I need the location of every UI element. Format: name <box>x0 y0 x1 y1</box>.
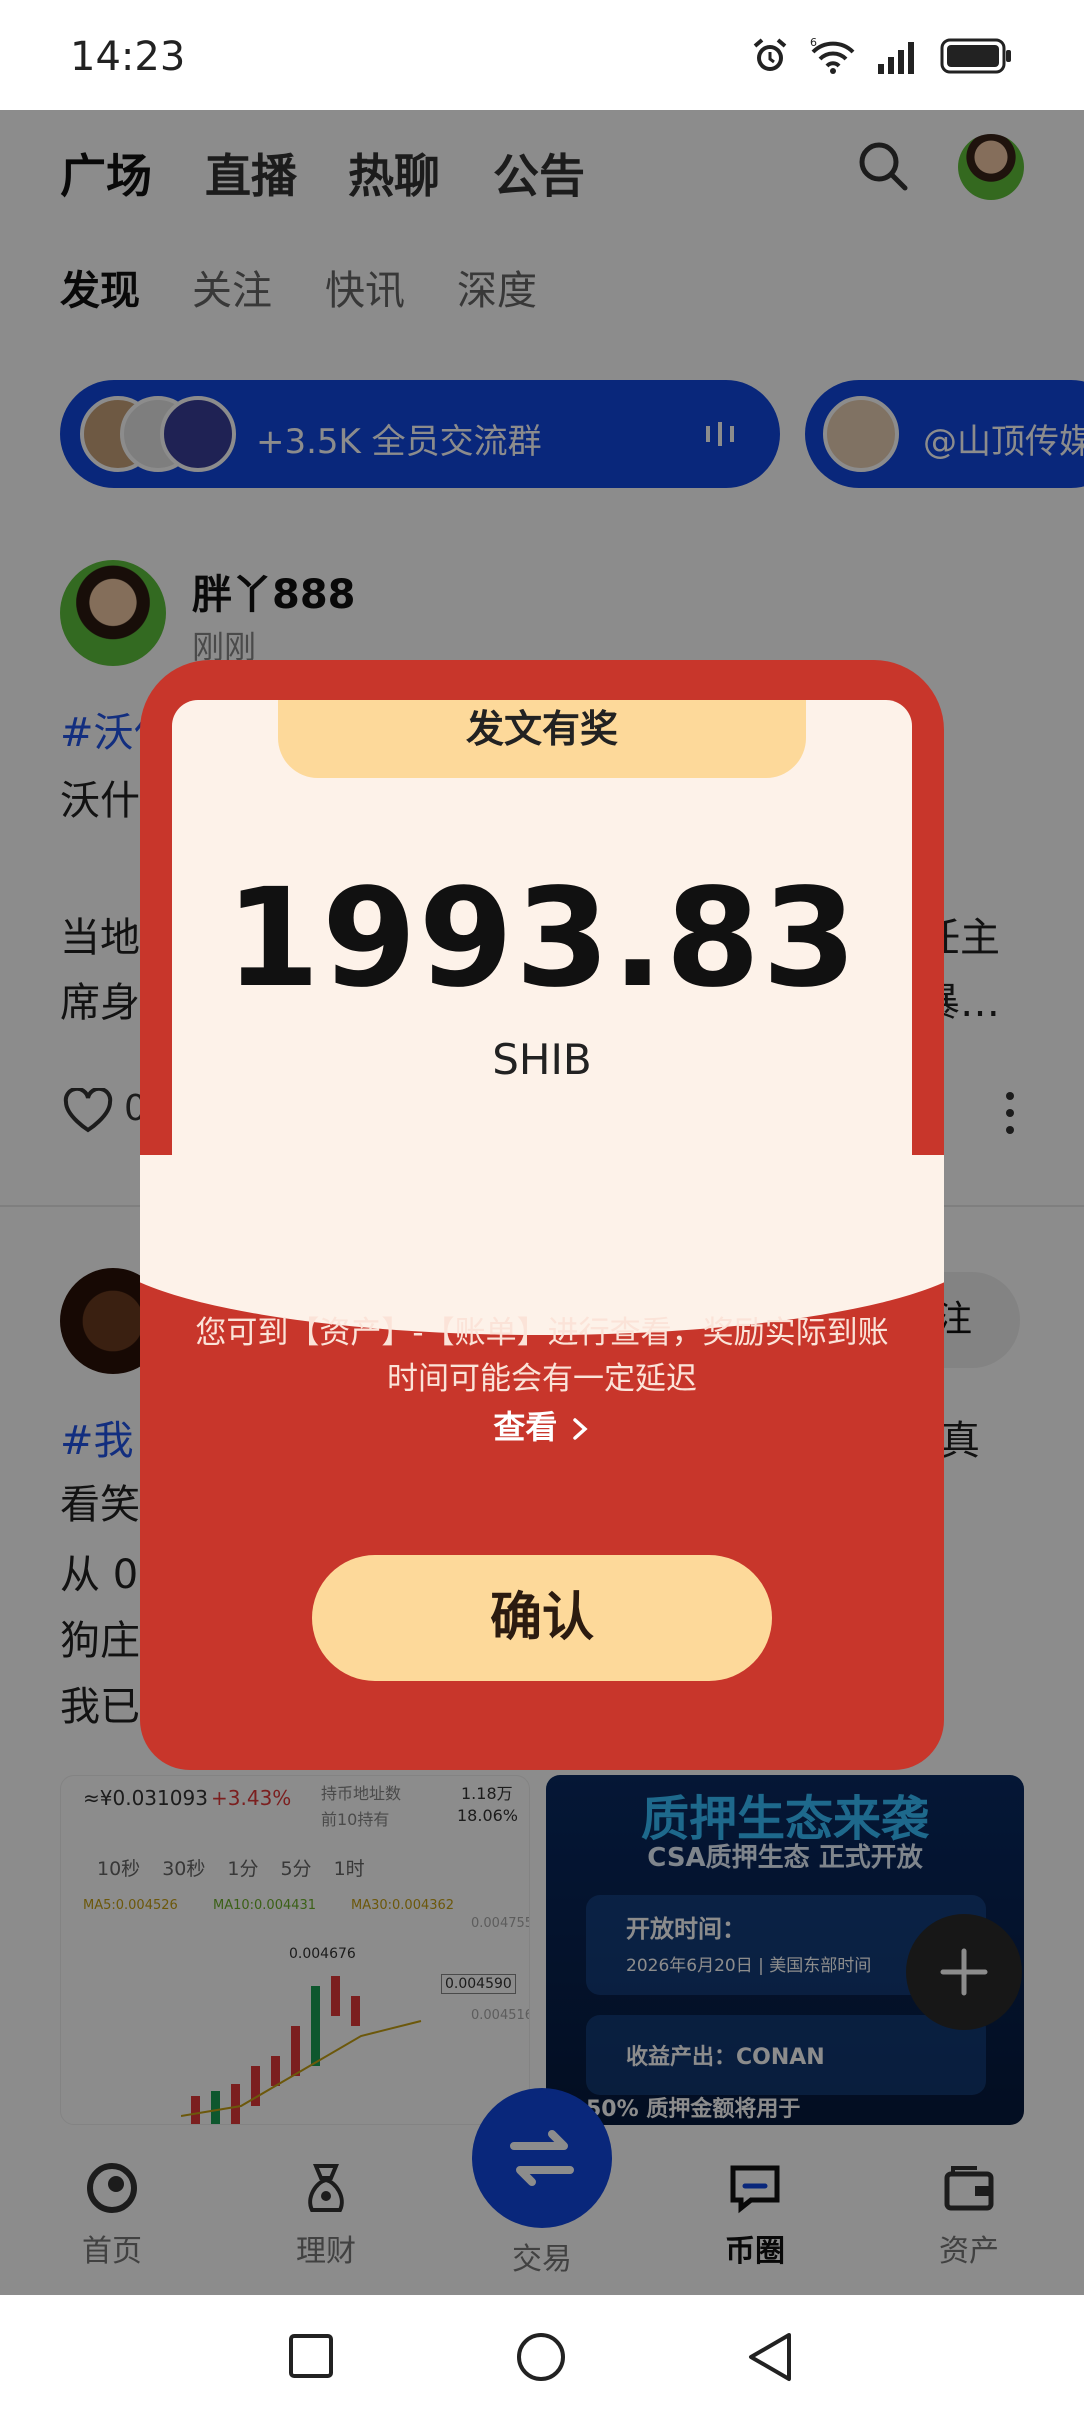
view-link[interactable]: 查看 <box>140 1402 944 1448</box>
alarm-icon <box>753 38 787 71</box>
wifi-badge: 6 <box>810 36 817 49</box>
reward-note: 您可到【资产】-【账单】进行查看，奖励实际到账时间可能会有一定延迟 <box>195 1315 889 1397</box>
reward-unit: SHIB <box>492 1035 592 1084</box>
card-curve <box>140 1155 944 1335</box>
view-link-label: 查看 <box>493 1408 558 1446</box>
status-bar: 14:23 6 <box>0 0 1084 110</box>
reward-modal: 发文有奖 1993.83 SHIB 您可到【资产】-【账单】进行查看，奖励实际到… <box>140 660 944 1770</box>
system-nav-bar <box>0 2295 1084 2412</box>
modal-title: 发文有奖 <box>465 707 618 751</box>
status-time: 14:23 <box>70 34 186 80</box>
back-triangle-icon[interactable] <box>745 2331 795 2383</box>
status-icons: 6 <box>750 36 1014 76</box>
confirm-button[interactable]: 确认 <box>312 1555 772 1681</box>
app-root: 14:23 6 广场 直播 热聊 公告 发现 关注 快讯 深度 +3.5K 全员… <box>0 0 1084 2412</box>
wifi-icon: 6 <box>810 36 855 74</box>
chevron-right-icon <box>572 1418 588 1440</box>
reward-amount: 1993.83 <box>225 860 859 1018</box>
home-circle-icon[interactable] <box>515 2331 567 2383</box>
recent-apps-icon[interactable] <box>288 2333 334 2379</box>
battery-icon <box>940 38 1011 74</box>
signal-icon <box>878 42 914 74</box>
